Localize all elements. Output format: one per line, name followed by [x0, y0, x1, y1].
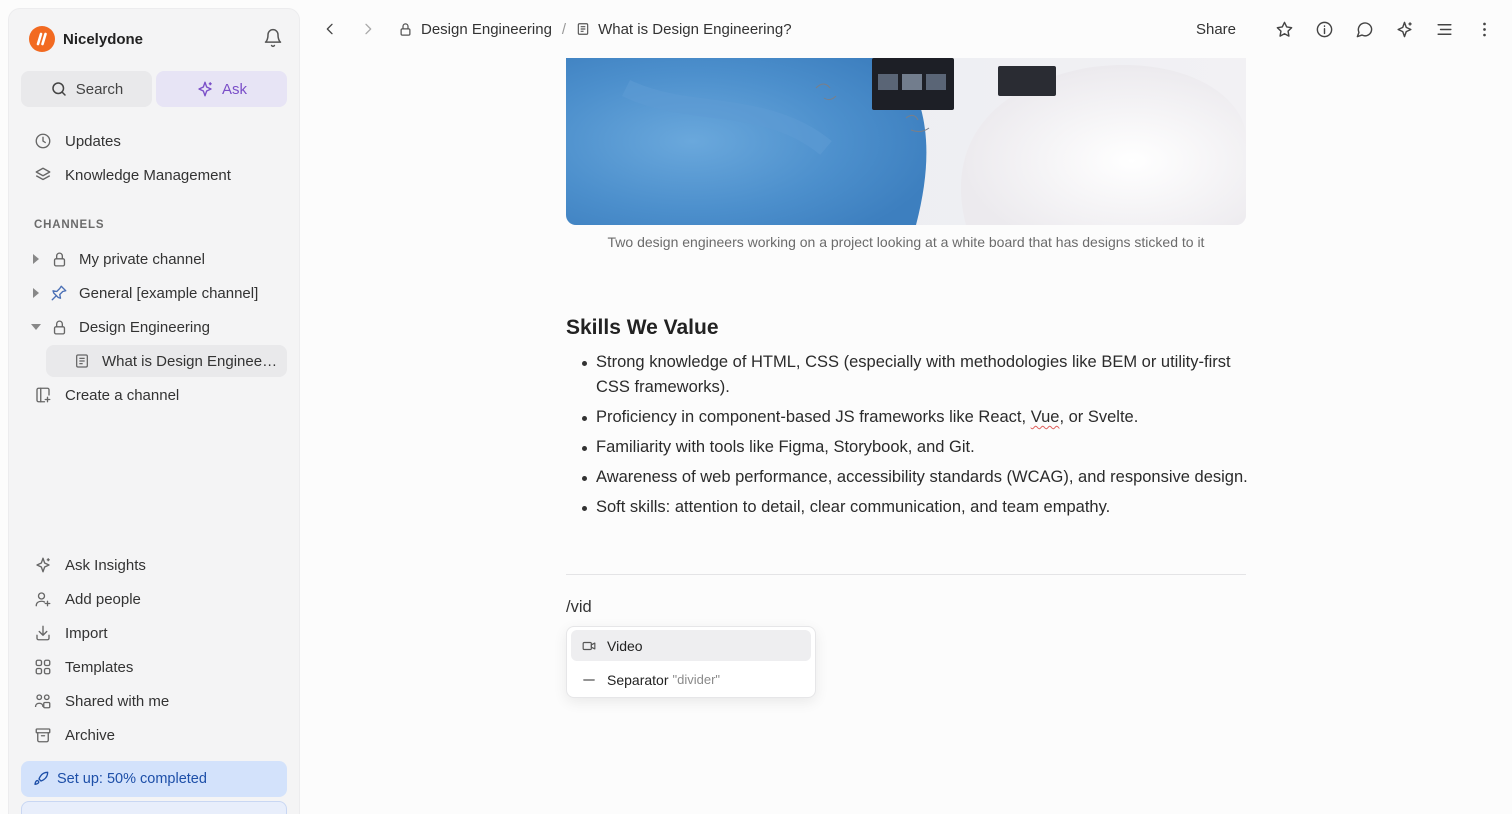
- sparkle-icon: [33, 555, 53, 575]
- lock-icon: [49, 249, 69, 269]
- pin-icon: [49, 283, 69, 303]
- lock-icon: [398, 22, 413, 37]
- slash-command-input[interactable]: /vid: [566, 598, 592, 617]
- menu-item-hint: "divider": [672, 672, 721, 687]
- import-icon: [33, 623, 53, 643]
- spellcheck-flagged-word[interactable]: Vue: [1031, 408, 1060, 426]
- topbar-actions: Share: [1196, 15, 1498, 43]
- lock-icon: [49, 317, 69, 337]
- document-icon: [576, 22, 590, 36]
- outline-icon[interactable]: [1430, 15, 1458, 43]
- video-icon: [582, 639, 598, 653]
- menu-item-label: Video: [607, 637, 643, 654]
- menu-item-separator[interactable]: Separator "divider": [571, 664, 811, 695]
- breadcrumb-page[interactable]: What is Design Engineering?: [576, 20, 792, 38]
- page-label: What is Design Engineering?: [102, 352, 278, 370]
- search-icon: [51, 82, 66, 96]
- setup-label: Set up: 50% completed: [57, 771, 207, 787]
- search-label: Search: [75, 80, 124, 98]
- sidebar-item-label: Templates: [65, 658, 134, 676]
- setup-progress-banner[interactable]: Set up: 50% completed: [21, 761, 287, 797]
- image-caption: Two design engineers working on a projec…: [607, 234, 1205, 250]
- add-channel-icon: [33, 385, 53, 405]
- clock-icon: [33, 131, 53, 151]
- caret-down-icon[interactable]: [30, 323, 42, 331]
- ask-button[interactable]: Ask: [156, 71, 287, 107]
- section-heading: Skills We Value: [566, 316, 719, 339]
- back-arrow-icon[interactable]: [316, 15, 344, 43]
- workspace-logo: [29, 26, 55, 52]
- sparkle-icon[interactable]: [1390, 15, 1418, 43]
- sidebar-item-label: Add people: [65, 590, 141, 608]
- sidebar-item-ask-insights[interactable]: Ask Insights: [21, 549, 287, 581]
- sparkle-icon: [198, 81, 212, 97]
- sidebar-item-updates[interactable]: Updates: [21, 125, 287, 157]
- sidebar-page-what-is-design-engineering[interactable]: What is Design Engineering?: [46, 345, 287, 377]
- caret-right-icon[interactable]: [30, 254, 42, 264]
- sidebar-item-label: Shared with me: [65, 692, 170, 710]
- search-button[interactable]: Search: [21, 71, 152, 107]
- channel-general[interactable]: General [example channel]: [21, 277, 287, 309]
- archive-icon: [33, 725, 53, 745]
- star-icon[interactable]: [1270, 15, 1298, 43]
- document-icon: [74, 352, 92, 370]
- user-plus-icon: [33, 589, 53, 609]
- rocket-icon: [34, 771, 49, 785]
- channel-my-private-channel[interactable]: My private channel: [21, 243, 287, 275]
- content-divider: [566, 574, 1246, 575]
- list-item-text: , or Svelte.: [1059, 408, 1139, 426]
- channel-design-engineering[interactable]: Design Engineering: [21, 311, 287, 343]
- sidebar-item-label: Updates: [65, 132, 121, 150]
- breadcrumb-separator: /: [561, 20, 567, 38]
- sidebar-item-add-people[interactable]: Add people: [21, 583, 287, 615]
- trial-banner[interactable]: Your Slite trial ends in 14 days: [21, 801, 287, 814]
- menu-item-label: Separator: [607, 671, 669, 688]
- channel-label: General [example channel]: [79, 284, 259, 302]
- menu-item-video[interactable]: Video: [571, 630, 811, 661]
- bell-icon[interactable]: [263, 28, 285, 50]
- dash-icon: [582, 673, 598, 687]
- more-vertical-icon[interactable]: [1470, 15, 1498, 43]
- caret-right-icon[interactable]: [30, 288, 42, 298]
- sidebar-item-label: Knowledge Management: [65, 166, 231, 184]
- sidebar-item-label: Archive: [65, 726, 116, 744]
- skills-list: Strong knowledge of HTML, CSS (especiall…: [566, 350, 1256, 525]
- sidebar-item-label: Ask Insights: [65, 556, 146, 574]
- list-item: Soft skills: attention to detail, clear …: [566, 495, 1256, 520]
- list-item: Awareness of web performance, accessibil…: [566, 465, 1256, 490]
- info-icon[interactable]: [1310, 15, 1338, 43]
- grid-icon: [33, 657, 53, 677]
- workspace-header[interactable]: Nicelydone: [29, 26, 285, 52]
- list-item: Familiarity with tools like Figma, Story…: [566, 435, 1256, 460]
- comment-icon[interactable]: [1350, 15, 1378, 43]
- create-channel-label: Create a channel: [65, 386, 180, 404]
- shared-icon: [33, 691, 53, 711]
- create-channel-button[interactable]: Create a channel: [21, 379, 287, 411]
- layers-icon: [33, 165, 53, 185]
- top-bar: Design Engineering / What is Design Engi…: [300, 0, 1512, 58]
- breadcrumb-channel-label: Design Engineering: [421, 20, 552, 38]
- ask-label: Ask: [221, 80, 247, 98]
- channel-label: Design Engineering: [79, 318, 210, 336]
- breadcrumb-page-label: What is Design Engineering?: [598, 20, 792, 38]
- channel-label: My private channel: [79, 250, 205, 268]
- slash-command-menu: Video Separator "divider": [566, 626, 816, 698]
- sidebar: Nicelydone Search Ask Updates Knowledge …: [8, 8, 300, 814]
- share-button[interactable]: Share: [1196, 21, 1236, 38]
- sidebar-item-shared-with-me[interactable]: Shared with me: [21, 685, 287, 717]
- list-item: Proficiency in component-based JS framew…: [566, 405, 1256, 430]
- sidebar-item-templates[interactable]: Templates: [21, 651, 287, 683]
- sidebar-item-label: Import: [65, 624, 108, 642]
- list-item: Strong knowledge of HTML, CSS (especiall…: [566, 350, 1256, 400]
- sidebar-item-knowledge-management[interactable]: Knowledge Management: [21, 159, 287, 191]
- breadcrumb-channel[interactable]: Design Engineering: [398, 21, 552, 38]
- sidebar-item-import[interactable]: Import: [21, 617, 287, 649]
- list-item-text: Proficiency in component-based JS framew…: [596, 408, 1031, 426]
- channels-section-title: CHANNELS: [34, 219, 105, 231]
- sidebar-item-archive[interactable]: Archive: [21, 719, 287, 751]
- workspace-name: Nicelydone: [63, 30, 144, 48]
- hero-image: [566, 58, 1246, 225]
- forward-arrow-icon[interactable]: [354, 15, 382, 43]
